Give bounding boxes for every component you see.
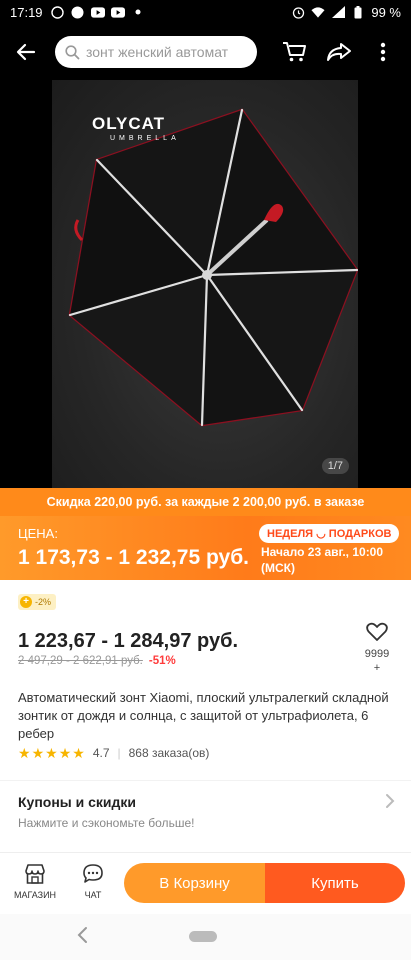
system-icons: 99 %: [291, 5, 401, 20]
youtube-icon: [90, 6, 105, 18]
search-icon: [65, 44, 80, 59]
nav-back-icon[interactable]: [76, 926, 88, 944]
back-button[interactable]: [0, 24, 52, 80]
image-counter: 1/7: [321, 458, 349, 474]
more-button[interactable]: [361, 24, 405, 80]
promo-discount-text: Скидка 220,00 руб. за каждые 2 200,00 ру…: [0, 488, 411, 516]
star-icon: ★: [45, 745, 58, 761]
battery-percent: 99 %: [371, 4, 401, 20]
dot-icon: [131, 6, 145, 18]
back-arrow-icon: [16, 43, 36, 61]
product-price: 1 223,67 - 1 284,97 руб.: [18, 630, 239, 652]
brand-name: OLYCAT: [92, 114, 166, 133]
search-input[interactable]: зонт женский автомат: [55, 36, 257, 68]
notification-icons: [51, 5, 145, 19]
coin-icon: +: [20, 596, 32, 608]
cart-icon: [283, 42, 306, 62]
coupons-subtitle: Нажмите и сэкономьте больше!: [18, 816, 195, 830]
system-nav-bar: [0, 914, 411, 960]
store-label: МАГАЗИН: [13, 890, 57, 900]
share-button[interactable]: [317, 24, 361, 80]
more-icon: [380, 42, 386, 62]
heart-icon: [366, 622, 388, 641]
share-icon: [327, 43, 351, 61]
product-photo[interactable]: OLYCAT UMBRELLA: [52, 80, 358, 488]
top-bar: зонт женский автомат: [0, 24, 411, 80]
discount-chip-label: -2%: [35, 597, 52, 607]
chat-icon: [83, 864, 103, 883]
product-title: Автоматический зонт Xiaomi, плоский ульт…: [18, 690, 389, 741]
chevron-right-icon: [386, 794, 395, 808]
old-price: 2 497,29 - 2 622,91 руб.: [18, 655, 143, 667]
brand-subtitle: UMBRELLA: [110, 135, 180, 142]
orders-count: 868 заказа(ов): [128, 746, 210, 760]
status-time: 17:19: [10, 4, 43, 20]
rating-row[interactable]: ★ ★ ★ ★ ★ 4.7 | 868 заказа(ов): [18, 746, 209, 760]
brand-logo: OLYCAT UMBRELLA: [92, 114, 180, 142]
add-to-cart-button[interactable]: В Корзину: [124, 863, 265, 903]
chat-label: ЧАТ: [84, 890, 102, 900]
status-bar: 17:19 99 %: [0, 0, 411, 24]
price-label: ЦЕНА:: [18, 526, 58, 541]
chat-button[interactable]: ЧАТ: [68, 863, 118, 900]
gift-week-badge: НЕДЕЛЯ ◡ ПОДАРКОВ: [259, 524, 400, 543]
star-icon: ★: [18, 745, 31, 761]
wifi-icon: [311, 6, 325, 18]
old-price-row: 2 497,29 - 2 622,91 руб. -51%: [18, 655, 176, 667]
battery-icon: [351, 5, 365, 18]
cart-button[interactable]: [273, 24, 317, 80]
star-icon: ★: [72, 745, 85, 761]
discount-chip: + -2%: [18, 594, 57, 610]
app-notification-icon: [71, 6, 85, 18]
promo-banner[interactable]: Скидка 220,00 руб. за каждые 2 200,00 ру…: [0, 488, 411, 580]
star-icon: ★: [31, 745, 45, 761]
coupons-title: Купоны и скидки: [18, 794, 137, 810]
rating-stars: ★ ★ ★ ★ ★: [18, 746, 85, 760]
signal-icon: [331, 6, 345, 18]
nav-home-button[interactable]: [189, 931, 217, 942]
youtube-icon: [110, 6, 125, 18]
whatsapp-icon: [51, 5, 65, 19]
alarm-icon: [291, 6, 305, 19]
wishlist-plus: +: [373, 662, 381, 674]
discount-percent: -51%: [148, 655, 176, 667]
wishlist-count: 9999: [364, 648, 390, 660]
coupons-section[interactable]: Купоны и скидки Нажмите и сэкономьте бол…: [0, 780, 411, 840]
bottom-action-bar: МАГАЗИН ЧАТ В Корзину Купить: [0, 852, 411, 914]
promo-price-range: 1 173,73 - 1 232,75 руб.: [18, 546, 250, 569]
store-icon: [25, 864, 45, 884]
rating-value: 4.7: [92, 746, 110, 760]
buy-now-button[interactable]: Купить: [265, 863, 405, 903]
promo-start-date: Начало 23 авг., 10:00 (МСК): [261, 545, 384, 575]
rating-divider: |: [117, 746, 121, 760]
store-button[interactable]: МАГАЗИН: [10, 863, 60, 900]
search-placeholder: зонт женский автомат: [86, 44, 229, 60]
product-gallery[interactable]: OLYCAT UMBRELLA 1/7: [0, 80, 411, 488]
star-icon: ★: [58, 745, 72, 761]
wishlist-button[interactable]: 9999 +: [358, 622, 396, 675]
